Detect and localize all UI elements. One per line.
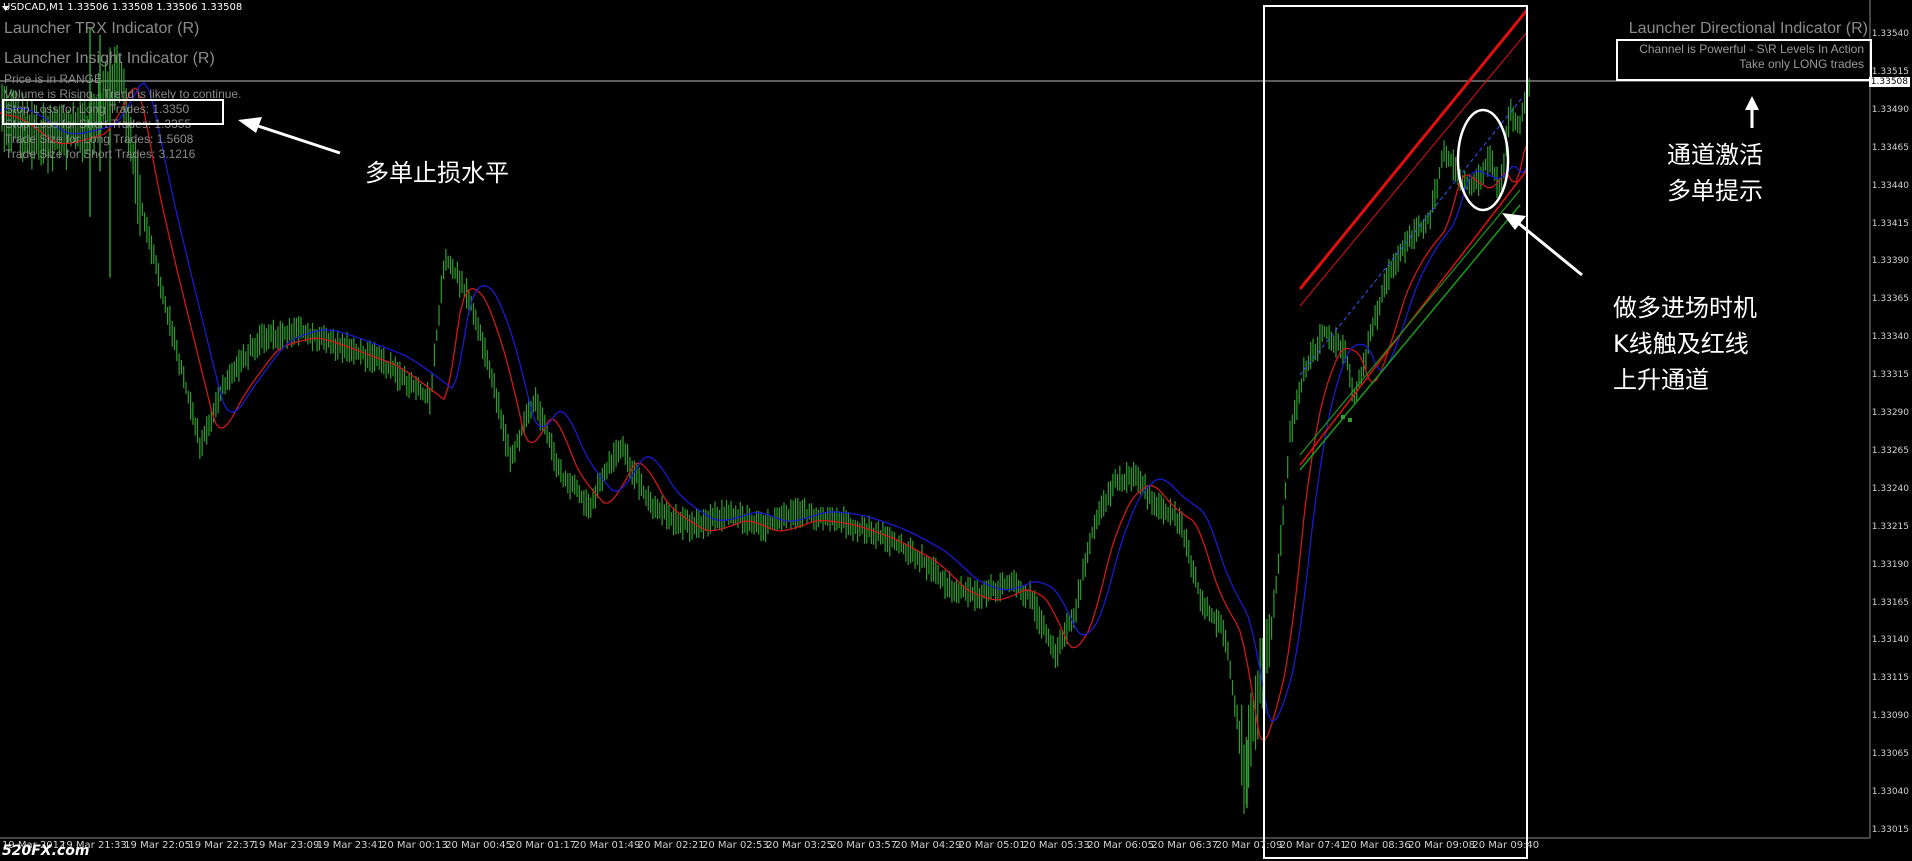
time-tick-label: 20 Mar 02:53 bbox=[702, 840, 769, 851]
price-tick-label: 1.33265 bbox=[1871, 445, 1909, 456]
time-tick-label: 20 Mar 09:40 bbox=[1472, 840, 1540, 851]
annotation-long-hint: 多单提示 bbox=[1667, 177, 1763, 205]
time-tick-label: 20 Mar 01:49 bbox=[573, 840, 641, 851]
entry-highlight-ellipse bbox=[1456, 108, 1510, 212]
price-tick-label: 1.33390 bbox=[1871, 256, 1909, 267]
time-tick-label: 20 Mar 09:08 bbox=[1408, 840, 1475, 851]
price-tick-label: 1.33040 bbox=[1871, 787, 1909, 797]
price-tick-label: 1.33115 bbox=[1871, 673, 1909, 684]
time-tick-label: 20 Mar 01:17 bbox=[509, 840, 577, 851]
price-tick-label: 1.33215 bbox=[1871, 521, 1909, 532]
price-tick-label: 1.33015 bbox=[1871, 824, 1909, 835]
price-chart-canvas[interactable] bbox=[0, 0, 1912, 861]
price-tick-label: 1.33290 bbox=[1871, 408, 1909, 418]
time-tick-label: 20 Mar 04:29 bbox=[894, 840, 962, 851]
price-tick-label: 1.33490 bbox=[1871, 104, 1909, 115]
trx-indicator-label: Launcher TRX Indicator (R) bbox=[4, 20, 200, 37]
time-tick-label: 20 Mar 08:36 bbox=[1344, 840, 1411, 851]
arrow-head-channel-box bbox=[1745, 96, 1759, 110]
price-tick-label: 1.33440 bbox=[1871, 180, 1909, 191]
channel-window-box bbox=[1263, 5, 1528, 859]
time-tick-label: 19 Mar 23:09 bbox=[252, 840, 320, 851]
take-long-text: Take only LONG trades bbox=[1739, 57, 1864, 71]
watermark-logo: 520FX.com bbox=[2, 843, 90, 859]
price-range-text: Price is in RANGE bbox=[4, 72, 103, 86]
signal-dot bbox=[1341, 415, 1345, 419]
current-price-tag: 1.33508 bbox=[1868, 77, 1910, 87]
price-tick-label: 1.33365 bbox=[1871, 294, 1909, 305]
price-tick-label: 1.33515 bbox=[1871, 66, 1909, 77]
channel-upper-red-line bbox=[1298, 9, 1529, 290]
time-tick-label: 20 Mar 05:01 bbox=[958, 840, 1026, 851]
price-tick-label: 1.33090 bbox=[1871, 711, 1909, 722]
price-tick-label: 1.33240 bbox=[1871, 483, 1909, 494]
price-tick-label: 1.33540 bbox=[1871, 29, 1909, 39]
price-tick-label: 1.33465 bbox=[1871, 142, 1909, 153]
time-tick-label: 20 Mar 02:21 bbox=[637, 840, 705, 851]
insight-indicator-label: Launcher Insight Indicator (R) bbox=[4, 50, 215, 67]
annotation-stop-level: 多单止损水平 bbox=[365, 159, 509, 187]
stop-loss-highlight-box bbox=[2, 99, 224, 125]
price-tick-label: 1.33340 bbox=[1871, 332, 1909, 343]
time-tick-label: 20 Mar 06:37 bbox=[1151, 840, 1219, 851]
time-tick-label: 20 Mar 07:09 bbox=[1215, 840, 1283, 851]
size-long-text: Trade Size for Long Trades: 1.5608 bbox=[5, 132, 194, 146]
candlestick-series bbox=[1, 27, 1530, 814]
signal-dot bbox=[1348, 418, 1352, 422]
price-tick-label: 1.33415 bbox=[1871, 218, 1909, 229]
trend-channel bbox=[1298, 9, 1529, 471]
time-tick-label: 20 Mar 00:13 bbox=[381, 840, 448, 851]
fast-ma-line bbox=[0, 87, 1529, 743]
time-tick-label: 20 Mar 03:57 bbox=[830, 840, 898, 851]
arrow-head-stop-loss bbox=[238, 117, 262, 133]
time-tick-label: 20 Mar 05:33 bbox=[1023, 840, 1090, 851]
price-scale[interactable]: 1.33540 1.33515 1.33490 1.33465 1.33440 1.334… bbox=[1868, 0, 1912, 838]
annotation-candle-touch: K线触及红线 bbox=[1613, 330, 1749, 358]
directional-indicator-label: Launcher Directional Indicator (R) bbox=[1628, 20, 1868, 37]
channel-mid-dashed-line bbox=[1299, 97, 1523, 376]
size-short-text: Trade Size for Short Trades: 3.1216 bbox=[5, 147, 196, 161]
moving-averages bbox=[0, 81, 1529, 743]
time-tick-label: 19 Mar 22:37 bbox=[188, 840, 256, 851]
price-tick-label: 1.33165 bbox=[1871, 597, 1909, 608]
price-tick-label: 1.33065 bbox=[1871, 749, 1909, 760]
time-tick-label: 19 Mar 23:41 bbox=[316, 840, 384, 851]
annotation-shapes bbox=[2, 5, 1759, 859]
time-tick-label: 20 Mar 07:41 bbox=[1279, 840, 1347, 851]
time-tick-label: 19 Mar 22:05 bbox=[124, 840, 191, 851]
chart-gridlines bbox=[0, 0, 1871, 839]
time-tick-label: 20 Mar 00:45 bbox=[445, 840, 512, 851]
annotation-entry-timing: 做多进场时机 bbox=[1613, 294, 1757, 322]
symbol-header: USDCAD,M1 1.33506 1.33508 1.33506 1.3350… bbox=[3, 2, 243, 13]
price-tick-label: 1.33315 bbox=[1871, 370, 1909, 381]
arrow-to-stop-loss bbox=[251, 122, 341, 155]
price-tick-label: 1.33190 bbox=[1871, 559, 1909, 570]
time-tick-label: 20 Mar 06:05 bbox=[1087, 840, 1154, 851]
annotation-rising-channel: 上升通道 bbox=[1613, 366, 1709, 394]
channel-status-text: Channel is Powerful - S\R Levels In Acti… bbox=[1639, 42, 1864, 56]
annotation-channel-activate: 通道激活 bbox=[1667, 141, 1763, 169]
price-tick-label: 1.33140 bbox=[1871, 635, 1909, 646]
time-tick-label: 20 Mar 03:25 bbox=[766, 840, 833, 851]
